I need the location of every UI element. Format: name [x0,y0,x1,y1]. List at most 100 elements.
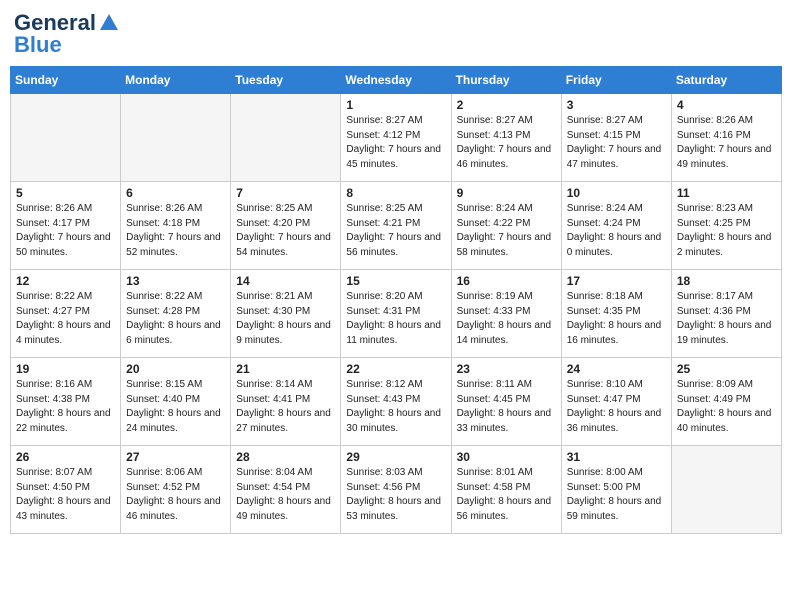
calendar-day-3: 3 Sunrise: 8:27 AM Sunset: 4:15 PM Daylig… [561,94,671,182]
calendar-day-2: 2 Sunrise: 8:27 AM Sunset: 4:13 PM Daylig… [451,94,561,182]
day-info: Sunrise: 8:24 AM Sunset: 4:22 PM Dayligh… [457,202,556,260]
day-info: Sunrise: 8:24 AM Sunset: 4:24 PM Dayligh… [567,202,666,260]
day-info: Sunrise: 8:11 AM Sunset: 4:45 PM Dayligh… [457,378,556,436]
calendar-day-20: 20 Sunrise: 8:15 AM Sunset: 4:40 PM Dayli… [121,358,231,446]
day-number: 11 [677,186,776,200]
calendar-day-1: 1 Sunrise: 8:27 AM Sunset: 4:12 PM Daylig… [341,94,451,182]
calendar-day-22: 22 Sunrise: 8:12 AM Sunset: 4:43 PM Dayli… [341,358,451,446]
day-info: Sunrise: 8:18 AM Sunset: 4:35 PM Dayligh… [567,290,666,348]
calendar-day-26: 26Sunrise: 8:07 AM Sunset: 4:50 PM Dayli… [11,446,121,534]
logo-icon [98,12,120,34]
day-info: Sunrise: 8:10 AM Sunset: 4:47 PM Dayligh… [567,378,666,436]
header-friday: Friday [561,67,671,94]
calendar-table: SundayMondayTuesdayWednesdayThursdayFrid… [10,66,782,534]
day-number: 29 [346,450,445,464]
calendar-empty-cell [671,446,781,534]
calendar-day-9: 9 Sunrise: 8:24 AM Sunset: 4:22 PM Daylig… [451,182,561,270]
day-info: Sunrise: 8:26 AM Sunset: 4:17 PM Dayligh… [16,202,115,260]
calendar-day-27: 27 Sunrise: 8:06 AM Sunset: 4:52 PM Dayli… [121,446,231,534]
calendar-day-15: 15 Sunrise: 8:20 AM Sunset: 4:31 PM Dayli… [341,270,451,358]
calendar-day-23: 23 Sunrise: 8:11 AM Sunset: 4:45 PM Dayli… [451,358,561,446]
day-info: Sunrise: 8:03 AM Sunset: 4:56 PM Dayligh… [346,466,445,524]
day-number: 7 [236,186,335,200]
day-info: Sunrise: 8:26 AM Sunset: 4:16 PM Dayligh… [677,114,776,172]
header-saturday: Saturday [671,67,781,94]
day-number: 4 [677,98,776,112]
calendar-day-18: 18Sunrise: 8:17 AM Sunset: 4:36 PM Dayli… [671,270,781,358]
day-number: 30 [457,450,556,464]
calendar-day-30: 30Sunrise: 8:01 AM Sunset: 4:58 PM Dayli… [451,446,561,534]
day-number: 22 [346,362,445,376]
day-info: Sunrise: 8:12 AM Sunset: 4:43 PM Dayligh… [346,378,445,436]
calendar-week-row: 26Sunrise: 8:07 AM Sunset: 4:50 PM Dayli… [11,446,782,534]
calendar-empty-cell [11,94,121,182]
day-info: Sunrise: 8:09 AM Sunset: 4:49 PM Dayligh… [677,378,776,436]
day-number: 26 [16,450,115,464]
day-number: 20 [126,362,225,376]
day-number: 8 [346,186,445,200]
logo: General Blue [14,10,120,58]
day-info: Sunrise: 8:27 AM Sunset: 4:12 PM Dayligh… [346,114,445,172]
day-number: 15 [346,274,445,288]
header-sunday: Sunday [11,67,121,94]
page-header: General Blue [10,10,782,58]
day-number: 16 [457,274,556,288]
day-info: Sunrise: 8:22 AM Sunset: 4:28 PM Dayligh… [126,290,225,348]
header-wednesday: Wednesday [341,67,451,94]
calendar-day-4: 4 Sunrise: 8:26 AM Sunset: 4:16 PM Daylig… [671,94,781,182]
day-info: Sunrise: 8:06 AM Sunset: 4:52 PM Dayligh… [126,466,225,524]
calendar-header-row: SundayMondayTuesdayWednesdayThursdayFrid… [11,67,782,94]
calendar-day-13: 13 Sunrise: 8:22 AM Sunset: 4:28 PM Dayli… [121,270,231,358]
calendar-week-row: 1 Sunrise: 8:27 AM Sunset: 4:12 PM Daylig… [11,94,782,182]
day-info: Sunrise: 8:27 AM Sunset: 4:13 PM Dayligh… [457,114,556,172]
day-info: Sunrise: 8:15 AM Sunset: 4:40 PM Dayligh… [126,378,225,436]
calendar-day-8: 8Sunrise: 8:25 AM Sunset: 4:21 PM Daylig… [341,182,451,270]
day-info: Sunrise: 8:22 AM Sunset: 4:27 PM Dayligh… [16,290,115,348]
day-number: 27 [126,450,225,464]
calendar-day-31: 31Sunrise: 8:00 AM Sunset: 5:00 PM Dayli… [561,446,671,534]
day-info: Sunrise: 8:23 AM Sunset: 4:25 PM Dayligh… [677,202,776,260]
day-number: 21 [236,362,335,376]
header-thursday: Thursday [451,67,561,94]
calendar-day-14: 14 Sunrise: 8:21 AM Sunset: 4:30 PM Dayli… [231,270,341,358]
day-info: Sunrise: 8:16 AM Sunset: 4:38 PM Dayligh… [16,378,115,436]
day-info: Sunrise: 8:14 AM Sunset: 4:41 PM Dayligh… [236,378,335,436]
day-number: 28 [236,450,335,464]
calendar-day-19: 19Sunrise: 8:16 AM Sunset: 4:38 PM Dayli… [11,358,121,446]
day-number: 13 [126,274,225,288]
day-number: 24 [567,362,666,376]
calendar-week-row: 5 Sunrise: 8:26 AM Sunset: 4:17 PM Daylig… [11,182,782,270]
calendar-day-12: 12 Sunrise: 8:22 AM Sunset: 4:27 PM Dayli… [11,270,121,358]
day-number: 5 [16,186,115,200]
calendar-day-10: 10Sunrise: 8:24 AM Sunset: 4:24 PM Dayli… [561,182,671,270]
day-number: 17 [567,274,666,288]
day-number: 23 [457,362,556,376]
logo-blue: Blue [14,32,62,58]
calendar-day-11: 11 Sunrise: 8:23 AM Sunset: 4:25 PM Dayli… [671,182,781,270]
day-number: 2 [457,98,556,112]
header-monday: Monday [121,67,231,94]
day-number: 14 [236,274,335,288]
day-info: Sunrise: 8:26 AM Sunset: 4:18 PM Dayligh… [126,202,225,260]
calendar-day-16: 16 Sunrise: 8:19 AM Sunset: 4:33 PM Dayli… [451,270,561,358]
day-info: Sunrise: 8:27 AM Sunset: 4:15 PM Dayligh… [567,114,666,172]
calendar-empty-cell [231,94,341,182]
calendar-day-7: 7 Sunrise: 8:25 AM Sunset: 4:20 PM Daylig… [231,182,341,270]
calendar-day-25: 25 Sunrise: 8:09 AM Sunset: 4:49 PM Dayli… [671,358,781,446]
day-number: 1 [346,98,445,112]
header-tuesday: Tuesday [231,67,341,94]
day-number: 3 [567,98,666,112]
day-info: Sunrise: 8:00 AM Sunset: 5:00 PM Dayligh… [567,466,666,524]
day-number: 6 [126,186,225,200]
calendar-day-24: 24 Sunrise: 8:10 AM Sunset: 4:47 PM Dayli… [561,358,671,446]
day-info: Sunrise: 8:25 AM Sunset: 4:20 PM Dayligh… [236,202,335,260]
day-info: Sunrise: 8:20 AM Sunset: 4:31 PM Dayligh… [346,290,445,348]
calendar-day-6: 6 Sunrise: 8:26 AM Sunset: 4:18 PM Daylig… [121,182,231,270]
day-info: Sunrise: 8:21 AM Sunset: 4:30 PM Dayligh… [236,290,335,348]
day-number: 9 [457,186,556,200]
day-info: Sunrise: 8:19 AM Sunset: 4:33 PM Dayligh… [457,290,556,348]
day-number: 25 [677,362,776,376]
calendar-day-21: 21 Sunrise: 8:14 AM Sunset: 4:41 PM Dayli… [231,358,341,446]
day-info: Sunrise: 8:04 AM Sunset: 4:54 PM Dayligh… [236,466,335,524]
day-number: 12 [16,274,115,288]
